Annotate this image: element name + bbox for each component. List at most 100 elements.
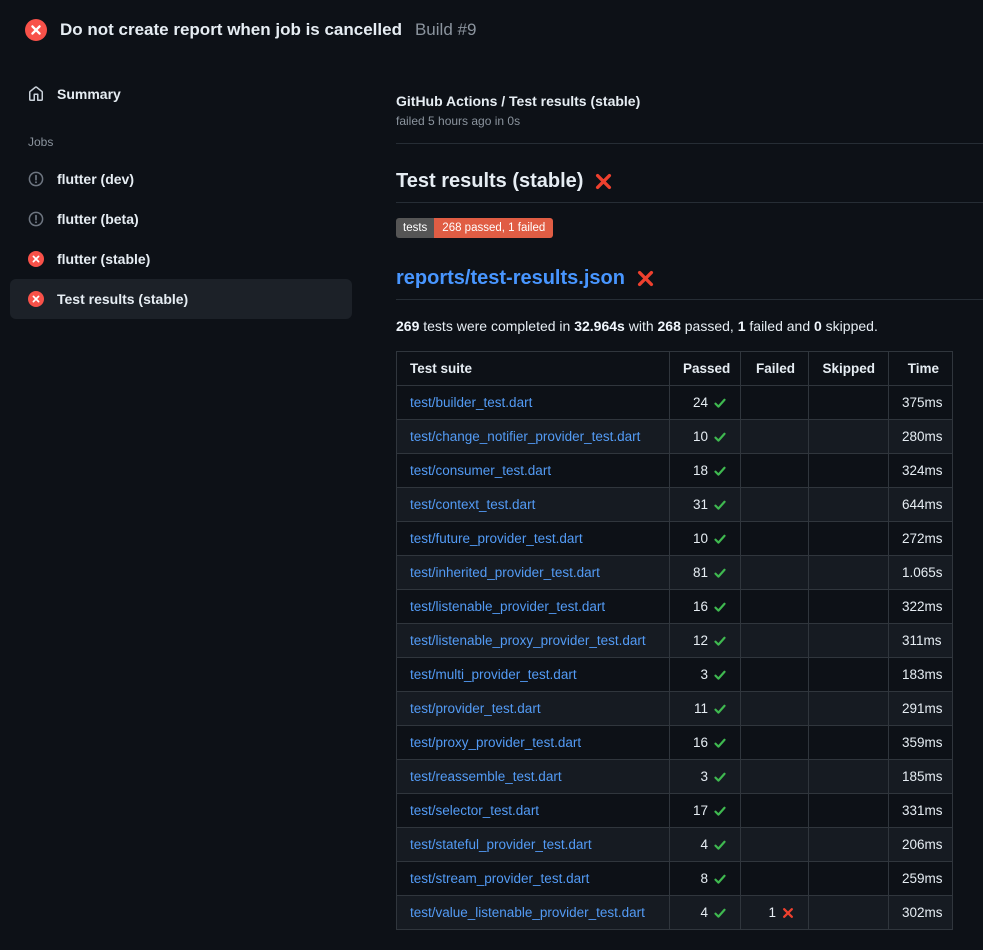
sidebar-item-summary[interactable]: Summary <box>10 78 352 110</box>
time-cell: 272ms <box>889 522 953 556</box>
suite-cell: test/listenable_proxy_provider_test.dart <box>397 624 670 658</box>
passed-cell: 3 <box>670 658 741 692</box>
failed-cell <box>741 386 809 420</box>
table-row: test/proxy_provider_test.dart 16 359ms <box>397 726 953 760</box>
report-file-link[interactable]: reports/test-results.json <box>396 267 625 290</box>
table-body: test/builder_test.dart 24 375ms test/cha… <box>397 386 953 930</box>
failed-count: 1 <box>768 905 776 920</box>
skipped-cell <box>809 828 889 862</box>
passed-count: 10 <box>693 429 708 444</box>
skipped-cell <box>809 488 889 522</box>
job-label: flutter (dev) <box>57 171 134 187</box>
section-heading: Test results (stable) <box>396 170 983 203</box>
check-icon <box>713 804 727 818</box>
passed-cell: 16 <box>670 590 741 624</box>
suite-link[interactable]: test/inherited_provider_test.dart <box>410 565 600 580</box>
suite-cell: test/builder_test.dart <box>397 386 670 420</box>
skipped-cell <box>809 692 889 726</box>
time-cell: 359ms <box>889 726 953 760</box>
table-row: test/change_notifier_provider_test.dart … <box>397 420 953 454</box>
test-results-table: Test suitePassedFailedSkippedTime test/b… <box>396 351 953 930</box>
failed-cell <box>741 828 809 862</box>
passed-cell: 4 <box>670 828 741 862</box>
suite-link[interactable]: test/multi_provider_test.dart <box>410 667 577 682</box>
time-cell: 644ms <box>889 488 953 522</box>
time-cell: 375ms <box>889 386 953 420</box>
suite-cell: test/change_notifier_provider_test.dart <box>397 420 670 454</box>
suite-link[interactable]: test/selector_test.dart <box>410 803 539 818</box>
suite-link[interactable]: test/change_notifier_provider_test.dart <box>410 429 640 444</box>
suite-link[interactable]: test/builder_test.dart <box>410 395 532 410</box>
failed-cell <box>741 862 809 896</box>
failed-cell <box>741 488 809 522</box>
failed-cell <box>741 726 809 760</box>
passed-count: 4 <box>700 837 708 852</box>
failed-cell <box>741 454 809 488</box>
failed-cell <box>741 760 809 794</box>
check-icon <box>713 872 727 886</box>
sidebar-item-flutter-beta[interactable]: flutter (beta) <box>10 199 352 239</box>
table-row: test/value_listenable_provider_test.dart… <box>397 896 953 930</box>
badge-label: tests <box>396 218 434 238</box>
failed-cell <box>741 590 809 624</box>
passed-count: 10 <box>693 531 708 546</box>
passed-cell: 4 <box>670 896 741 930</box>
time-cell: 259ms <box>889 862 953 896</box>
suite-cell: test/value_listenable_provider_test.dart <box>397 896 670 930</box>
skipped-cell <box>809 624 889 658</box>
skipped-cell <box>809 862 889 896</box>
passed-count: 11 <box>694 701 708 716</box>
skipped-cell <box>809 386 889 420</box>
suite-link[interactable]: test/stream_provider_test.dart <box>410 871 589 886</box>
suite-link[interactable]: test/proxy_provider_test.dart <box>410 735 581 750</box>
suite-link[interactable]: test/provider_test.dart <box>410 701 541 716</box>
passed-cell: 16 <box>670 726 741 760</box>
column-header-time: Time <box>889 352 953 386</box>
skipped-cell <box>809 760 889 794</box>
failed-cell <box>741 624 809 658</box>
suite-cell: test/proxy_provider_test.dart <box>397 726 670 760</box>
suite-link[interactable]: test/future_provider_test.dart <box>410 531 583 546</box>
skipped-cell <box>809 590 889 624</box>
job-label: Test results (stable) <box>57 291 188 307</box>
sidebar-item-flutter-dev[interactable]: flutter (dev) <box>10 159 352 199</box>
table-row: test/inherited_provider_test.dart 81 1.0… <box>397 556 953 590</box>
suite-link[interactable]: test/value_listenable_provider_test.dart <box>410 905 645 920</box>
cross-mark-icon <box>594 172 613 191</box>
suite-link[interactable]: test/context_test.dart <box>410 497 535 512</box>
sidebar-item-test-results-stable[interactable]: Test results (stable) <box>10 279 352 319</box>
suite-link[interactable]: test/listenable_provider_test.dart <box>410 599 605 614</box>
section-heading-label: Test results (stable) <box>396 170 583 193</box>
table-row: test/selector_test.dart 17 331ms <box>397 794 953 828</box>
check-icon <box>713 430 727 444</box>
suite-link[interactable]: test/stateful_provider_test.dart <box>410 837 592 852</box>
time-cell: 322ms <box>889 590 953 624</box>
check-icon <box>713 566 727 580</box>
jobs-section-label: Jobs <box>0 110 390 159</box>
table-row: test/provider_test.dart 11 291ms <box>397 692 953 726</box>
failed-cell: 1 <box>741 896 809 930</box>
check-run-header: Do not create report when job is cancell… <box>0 0 983 56</box>
header-divider <box>396 143 983 144</box>
passed-count: 17 <box>693 803 708 818</box>
x-icon <box>781 906 795 920</box>
suite-link[interactable]: test/reassemble_test.dart <box>410 769 562 784</box>
run-meta: failed 5 hours ago in 0s <box>396 114 983 128</box>
jobs-list: flutter (dev) flutter (beta) flutter (st… <box>0 159 390 319</box>
sidebar-item-flutter-stable[interactable]: flutter (stable) <box>10 239 352 279</box>
passed-cell: 17 <box>670 794 741 828</box>
check-icon <box>713 770 727 784</box>
suite-cell: test/multi_provider_test.dart <box>397 658 670 692</box>
summary-line: 269 tests were completed in 32.964s with… <box>396 318 983 334</box>
report-heading: reports/test-results.json <box>396 267 983 300</box>
skipped-cell <box>809 556 889 590</box>
sidebar-summary-label: Summary <box>57 86 121 102</box>
suite-cell: test/inherited_provider_test.dart <box>397 556 670 590</box>
passed-cell: 18 <box>670 454 741 488</box>
skipped-cell <box>809 454 889 488</box>
suite-cell: test/selector_test.dart <box>397 794 670 828</box>
passed-count: 4 <box>700 905 708 920</box>
cross-mark-icon <box>636 269 655 288</box>
suite-link[interactable]: test/consumer_test.dart <box>410 463 551 478</box>
suite-link[interactable]: test/listenable_proxy_provider_test.dart <box>410 633 646 648</box>
